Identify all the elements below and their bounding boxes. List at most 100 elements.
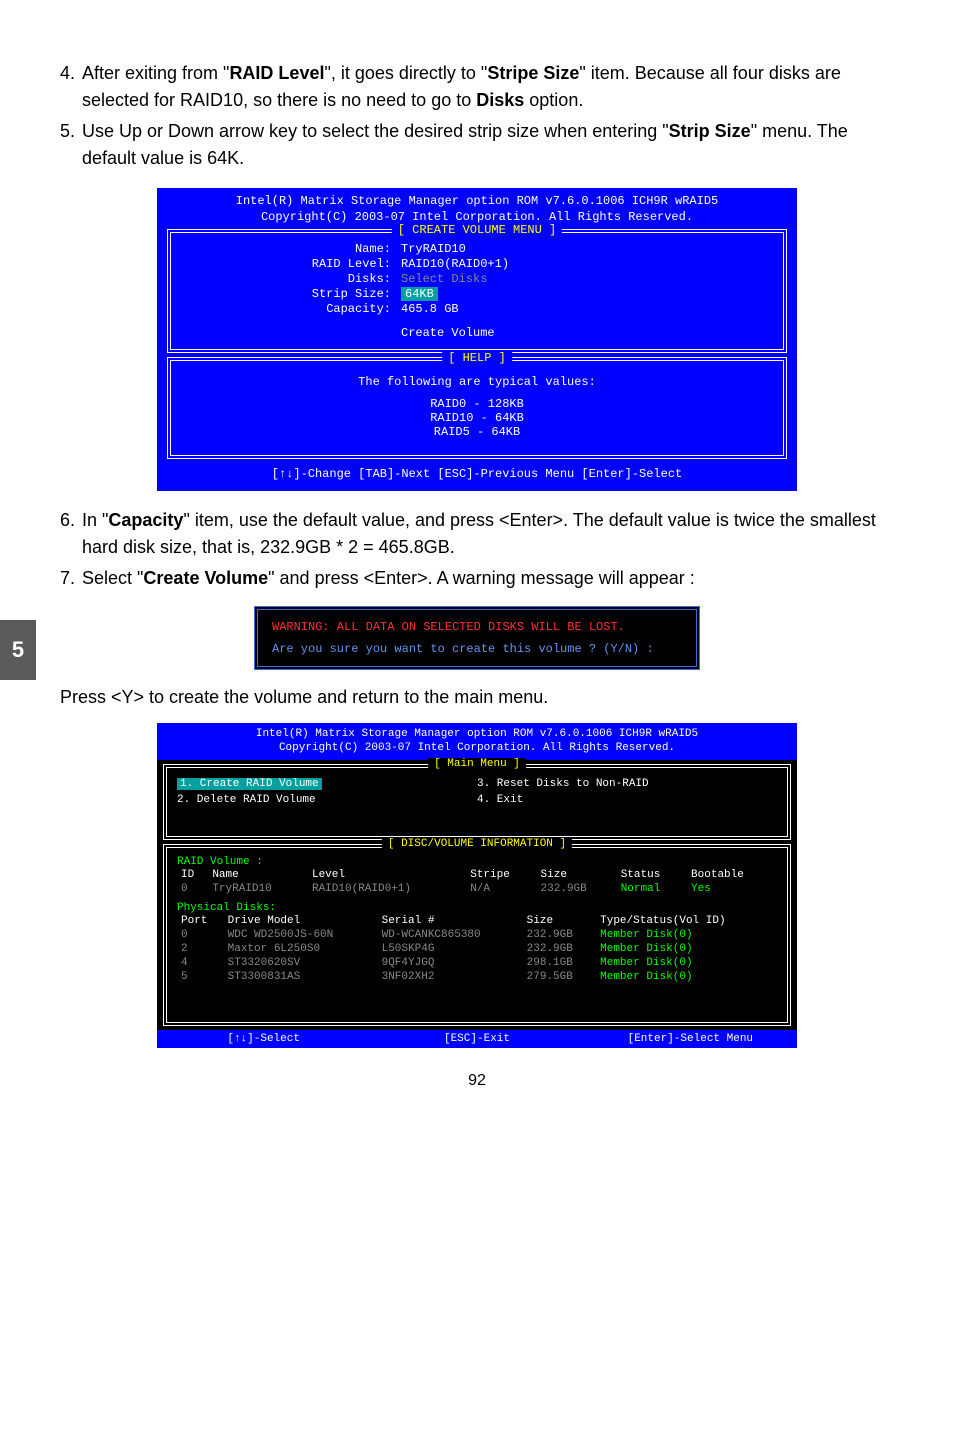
physical-disks-table: Port Drive Model Serial # Size Type/Stat… [177, 914, 777, 984]
create-volume-title: [ CREATE VOLUME MENU ] [392, 223, 562, 237]
bios2-header1: Intel(R) Matrix Storage Manager option R… [157, 727, 797, 741]
pd-row: 0WDC WD2500JS-60NWD-WCANKC865380232.9GBM… [177, 928, 777, 942]
bios1-row-value: 64KB [401, 287, 773, 301]
foot-select: [↑↓]-Select [157, 1033, 370, 1045]
pd-cell: 9QF4YJGQ [378, 956, 523, 970]
pd-cell: 4 [177, 956, 224, 970]
step-5: 5. Use Up or Down arrow key to select th… [60, 118, 894, 172]
raid-volume-table: ID Name Level Stripe Size Status Bootabl… [177, 868, 777, 896]
pd-cell: 0 [177, 928, 224, 942]
menu-item-1: 1. Create RAID Volume [177, 778, 322, 790]
pd-cell: Member Disk(0) [596, 928, 777, 942]
t: After exiting from " [82, 63, 229, 83]
pd-hdr-serial: Serial # [378, 914, 523, 928]
rv-name: TryRAID10 [208, 882, 308, 896]
bios2-footer: [↑↓]-Select [ESC]-Exit [Enter]-Select Me… [157, 1030, 797, 1048]
pd-cell: 2 [177, 942, 224, 956]
t: RAID Level [229, 63, 324, 83]
t: " and press <Enter>. A warning message w… [268, 568, 695, 588]
rv-hdr-level: Level [308, 868, 466, 882]
pd-cell: 279.5GB [523, 970, 596, 984]
bios-screenshot-2: Intel(R) Matrix Storage Manager option R… [157, 723, 797, 1048]
bios1-row-label: Name: [181, 242, 401, 256]
rv-hdr-size: Size [537, 868, 617, 882]
t: Capacity [108, 510, 183, 530]
disc-info-box: [ DISC/VOLUME INFORMATION ] RAID Volume … [163, 844, 791, 1026]
pd-cell: 232.9GB [523, 942, 596, 956]
pd-row: 4ST3320620SV9QF4YJGQ298.1GBMember Disk(0… [177, 956, 777, 970]
t: " item, use the default value, and press… [82, 510, 876, 557]
pd-hdr-model: Drive Model [224, 914, 378, 928]
pd-hdr-port: Port [177, 914, 224, 928]
create-volume-action: Create Volume [401, 326, 773, 340]
pd-cell: Maxtor 6L250S0 [224, 942, 378, 956]
bios1-row-label: Strip Size: [181, 287, 401, 301]
bios1-row-value: 465.8 GB [401, 302, 773, 316]
step-4-num: 4. [60, 60, 82, 114]
step-6-num: 6. [60, 507, 82, 561]
help-line: RAID5 - 64KB [181, 425, 773, 439]
t: Disks [476, 90, 524, 110]
raid-volume-label: RAID Volume : [177, 856, 777, 868]
main-menu-box: [ Main Menu ] 1. Create RAID Volume 3. R… [163, 764, 791, 840]
rv-status: Normal [617, 882, 687, 896]
pd-cell: 5 [177, 970, 224, 984]
menu-item-2: 2. Delete RAID Volume [177, 794, 477, 806]
bios1-row-label: Capacity: [181, 302, 401, 316]
warning-line1: WARNING: ALL DATA ON SELECTED DISKS WILL… [272, 620, 682, 634]
warning-box: WARNING: ALL DATA ON SELECTED DISKS WILL… [254, 606, 700, 670]
rv-boot: Yes [687, 882, 777, 896]
create-volume-box: [ CREATE VOLUME MENU ] Name:TryRAID10RAI… [167, 229, 787, 353]
pd-cell: WD-WCANKC865380 [378, 928, 523, 942]
side-tab: 5 [0, 620, 36, 680]
pd-cell: Member Disk(0) [596, 970, 777, 984]
bios1-row-value: TryRAID10 [401, 242, 773, 256]
rv-hdr-boot: Bootable [687, 868, 777, 882]
main-menu-title: [ Main Menu ] [428, 758, 526, 770]
disc-info-title: [ DISC/VOLUME INFORMATION ] [382, 838, 572, 850]
t: Strip Size [669, 121, 751, 141]
pd-cell: Member Disk(0) [596, 956, 777, 970]
rv-hdr-name: Name [208, 868, 308, 882]
rv-hdr-id: ID [177, 868, 208, 882]
rv-stripe: N/A [466, 882, 536, 896]
rv-hdr-status: Status [617, 868, 687, 882]
step-7: 7. Select "Create Volume" and press <Ent… [60, 565, 894, 592]
bios2-header2: Copyright(C) 2003-07 Intel Corporation. … [157, 741, 797, 755]
pd-cell: 298.1GB [523, 956, 596, 970]
bios1-header1: Intel(R) Matrix Storage Manager option R… [161, 194, 793, 210]
pd-cell: 232.9GB [523, 928, 596, 942]
t: Select " [82, 568, 143, 588]
menu-item-3: 3. Reset Disks to Non-RAID [477, 778, 777, 790]
foot-exit: [ESC]-Exit [370, 1033, 583, 1045]
pd-hdr-size: Size [523, 914, 596, 928]
warning-line2: Are you sure you want to create this vol… [272, 642, 682, 656]
rv-hdr-stripe: Stripe [466, 868, 536, 882]
t: Stripe Size [487, 63, 579, 83]
pd-row: 2Maxtor 6L250S0L50SKP4G232.9GBMember Dis… [177, 942, 777, 956]
t: option. [524, 90, 583, 110]
menu-item-4: 4. Exit [477, 794, 777, 806]
help-line: RAID10 - 64KB [181, 411, 773, 425]
help-line: RAID0 - 128KB [181, 397, 773, 411]
bios1-row-value: RAID10(RAID0+1) [401, 257, 773, 271]
rv-size: 232.9GB [537, 882, 617, 896]
help-title: [ HELP ] [442, 351, 512, 365]
pd-cell: L50SKP4G [378, 942, 523, 956]
pd-cell: ST3300831AS [224, 970, 378, 984]
bios1-bottom-keys: [↑↓]-Change [TAB]-Next [ESC]-Previous Me… [161, 463, 793, 485]
pd-cell: ST3320620SV [224, 956, 378, 970]
bios-screenshot-1: Intel(R) Matrix Storage Manager option R… [157, 188, 797, 491]
t: In " [82, 510, 108, 530]
pd-cell: Member Disk(0) [596, 942, 777, 956]
t: Use Up or Down arrow key to select the d… [82, 121, 669, 141]
t: Create Volume [143, 568, 268, 588]
rv-id: 0 [177, 882, 208, 896]
physical-disks-label: Physical Disks: [177, 902, 777, 914]
help-box: [ HELP ] The following are typical value… [167, 357, 787, 459]
pd-hdr-type: Type/Status(Vol ID) [596, 914, 777, 928]
help-text: The following are typical values: [181, 375, 773, 389]
page-number: 92 [60, 1072, 894, 1090]
bios1-row-label: RAID Level: [181, 257, 401, 271]
pd-row: 5ST3300831AS3NF02XH2279.5GBMember Disk(0… [177, 970, 777, 984]
